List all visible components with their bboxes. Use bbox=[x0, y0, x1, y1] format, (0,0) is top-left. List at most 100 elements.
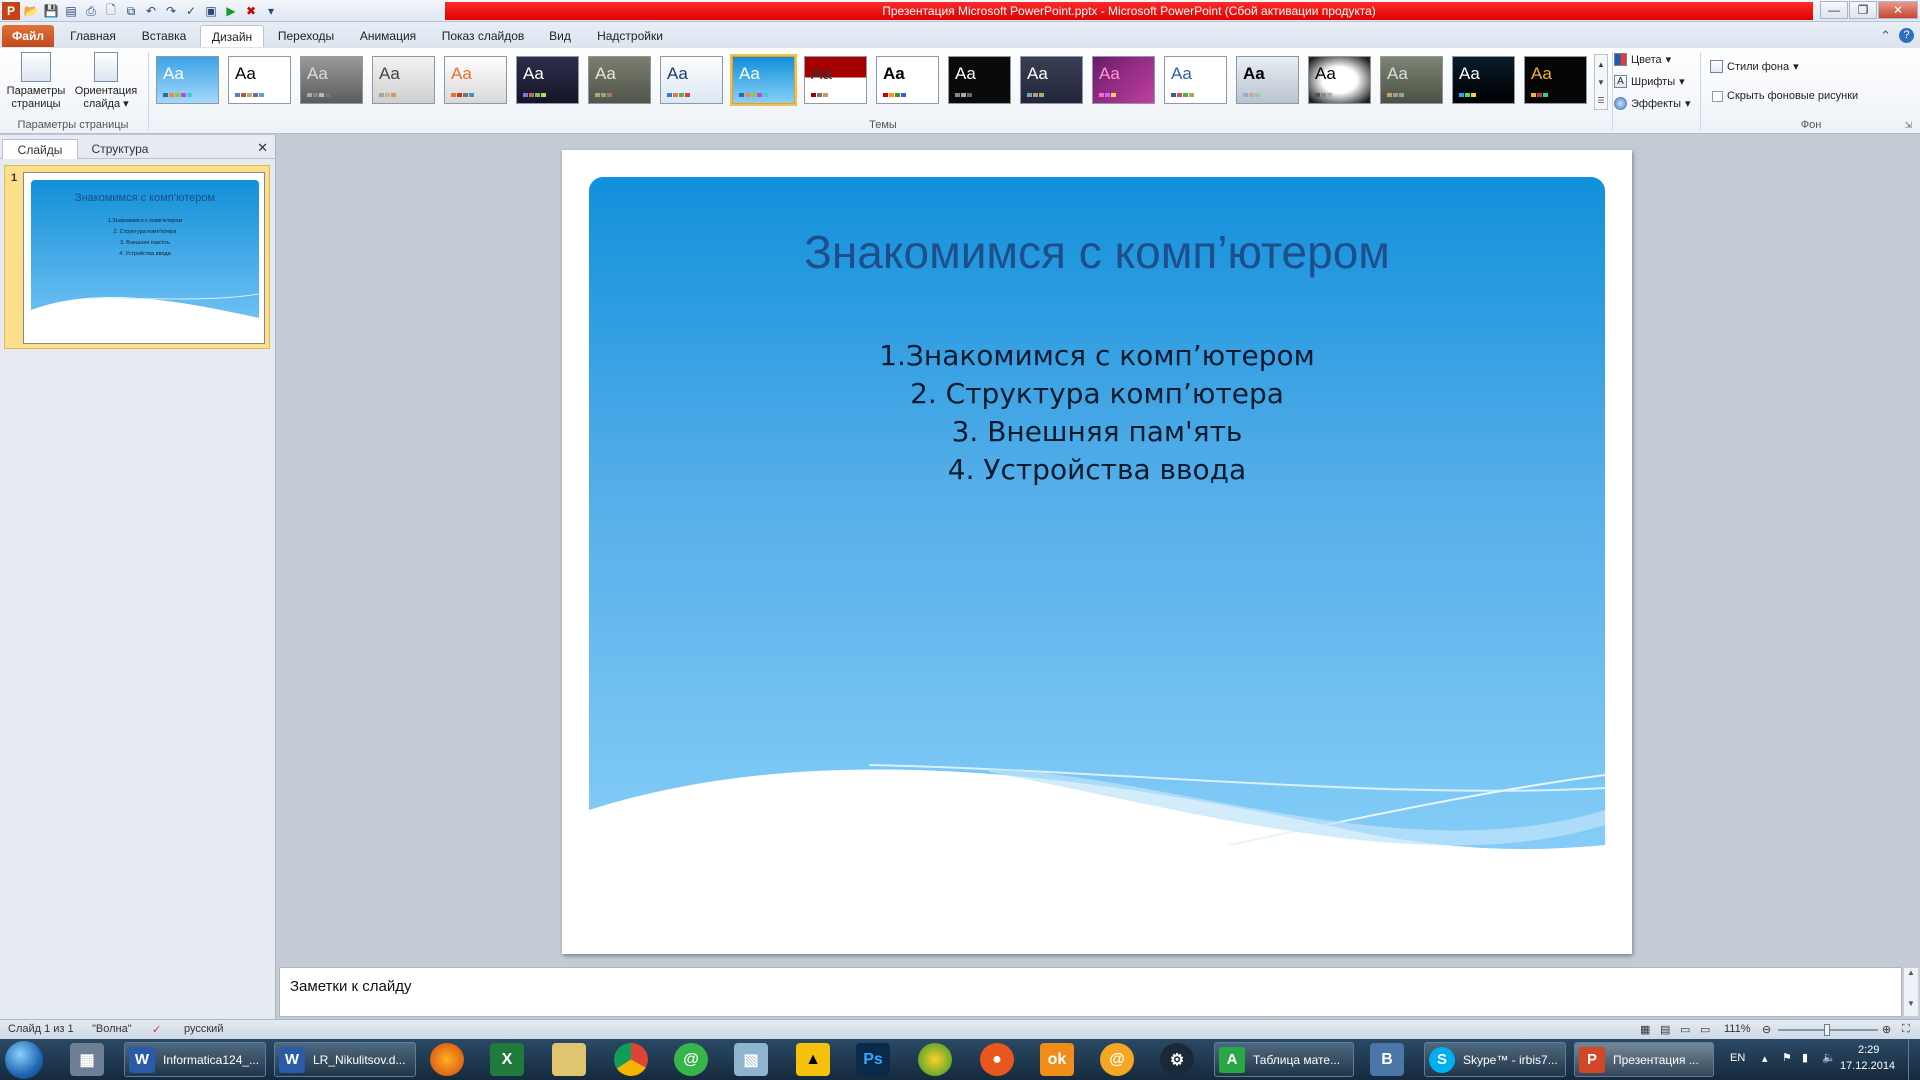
taskbar-item-powerpoint[interactable]: P Презентация ... bbox=[1574, 1042, 1714, 1077]
mail-ru-icon[interactable]: @ bbox=[1100, 1043, 1134, 1076]
theme-thumbnail[interactable]: Aa bbox=[300, 56, 363, 104]
zoom-out-icon[interactable]: ⊖ bbox=[1762, 1023, 1771, 1036]
theme-thumbnail[interactable]: Aa bbox=[372, 56, 435, 104]
taskbar-item-word-2[interactable]: W LR_Nikulitsov.d... bbox=[274, 1042, 416, 1077]
folder-icon[interactable] bbox=[552, 1043, 586, 1076]
save-as-icon[interactable]: ▤ bbox=[62, 2, 80, 20]
photoshop-icon[interactable]: Ps bbox=[856, 1043, 890, 1076]
theme-thumbnail[interactable]: Aa bbox=[1380, 56, 1443, 104]
collapse-ribbon-icon[interactable]: ⌃ bbox=[1880, 28, 1891, 44]
undo-icon[interactable]: ↶ bbox=[142, 2, 160, 20]
vk-icon[interactable]: B bbox=[1370, 1043, 1404, 1076]
theme-thumbnail[interactable]: Aa bbox=[1164, 56, 1227, 104]
orientation-button[interactable]: Ориентация слайда ▾ bbox=[70, 52, 142, 111]
new-icon[interactable]: 🗋 bbox=[102, 2, 120, 20]
effects-button[interactable]: Эффекты ▾ bbox=[1614, 97, 1691, 110]
volume-icon[interactable]: 🔈 bbox=[1822, 1051, 1836, 1064]
theme-thumbnail[interactable]: Aa bbox=[588, 56, 651, 104]
tab-outline[interactable]: Структура bbox=[80, 139, 160, 159]
redo-icon[interactable]: ↷ bbox=[162, 2, 180, 20]
close-doc-icon[interactable]: ✖ bbox=[242, 2, 260, 20]
minimize-icon[interactable]: — bbox=[1820, 1, 1848, 19]
normal-view-icon[interactable]: ▦ bbox=[1640, 1023, 1650, 1036]
restore-icon[interactable]: ❐ bbox=[1849, 1, 1877, 19]
print-icon[interactable]: ⎙ bbox=[82, 2, 100, 20]
sorter-view-icon[interactable]: ▤ bbox=[1660, 1023, 1670, 1036]
spelling-icon[interactable]: ✓ bbox=[182, 2, 200, 20]
theme-thumbnail[interactable]: Aa bbox=[660, 56, 723, 104]
tab-transitions[interactable]: Переходы bbox=[272, 25, 340, 47]
tab-slides[interactable]: Слайды bbox=[2, 139, 78, 159]
tab-addins[interactable]: Надстройки bbox=[590, 25, 670, 47]
tab-animation[interactable]: Анимация bbox=[352, 25, 424, 47]
slide-thumbnail[interactable]: Знакомимся с комп’ютером 1.Знакомимся с … bbox=[23, 172, 265, 344]
reading-view-icon[interactable]: ▭ bbox=[1680, 1023, 1690, 1036]
customize-icon[interactable]: ▾ bbox=[262, 2, 280, 20]
open-icon[interactable]: 📂 bbox=[22, 2, 40, 20]
theme-thumbnail-selected[interactable]: Aa bbox=[730, 54, 797, 106]
network-icon[interactable]: ▮ bbox=[1802, 1051, 1808, 1064]
chrome-icon[interactable] bbox=[614, 1043, 648, 1076]
background-styles-button[interactable]: Стили фона ▾ bbox=[1710, 60, 1799, 73]
tab-insert[interactable]: Вставка bbox=[134, 25, 194, 47]
picture-icon[interactable]: ▣ bbox=[202, 2, 220, 20]
hide-background-checkbox-row[interactable]: Скрыть фоновые рисунки bbox=[1712, 90, 1858, 102]
odnoklassniki-icon[interactable]: ok bbox=[1040, 1043, 1074, 1076]
language-tray[interactable]: EN bbox=[1730, 1052, 1745, 1064]
save-icon[interactable]: 💾 bbox=[42, 2, 60, 20]
slide-thumbnail-item[interactable]: 1 Знакомимся с комп’ютером 1.Знакомимся … bbox=[4, 165, 270, 349]
notes-scrollbar[interactable]: ▲ ▼ bbox=[1903, 967, 1919, 1017]
zoom-in-icon[interactable]: ⊕ bbox=[1882, 1023, 1891, 1036]
excel-icon[interactable]: X bbox=[490, 1043, 524, 1076]
tab-view[interactable]: Вид bbox=[540, 25, 580, 47]
notes-app-icon[interactable]: ▧ bbox=[734, 1043, 768, 1076]
theme-thumbnail[interactable]: Aa bbox=[804, 56, 867, 104]
slide-list-item[interactable]: 2. Структура комп’ютера bbox=[589, 377, 1605, 410]
tab-file[interactable]: Файл bbox=[2, 25, 54, 47]
tab-slideshow[interactable]: Показ слайдов bbox=[436, 25, 530, 47]
language-indicator[interactable]: русский bbox=[184, 1023, 223, 1035]
calculator-icon[interactable]: ▦ bbox=[70, 1043, 104, 1076]
theme-thumbnail[interactable]: Aa bbox=[516, 56, 579, 104]
tab-home[interactable]: Главная bbox=[62, 25, 124, 47]
clock-time[interactable]: 2:29 bbox=[1858, 1044, 1879, 1056]
slide-list-item[interactable]: 4. Устройства ввода bbox=[589, 453, 1605, 486]
help-icon[interactable]: ? bbox=[1899, 28, 1914, 43]
scroll-up-icon[interactable]: ▲ bbox=[1904, 968, 1918, 977]
zoom-level[interactable]: 111% bbox=[1724, 1023, 1751, 1035]
zoom-slider-handle[interactable] bbox=[1824, 1024, 1830, 1036]
more-themes-icon[interactable]: ☰ bbox=[1597, 96, 1604, 105]
slide-canvas[interactable]: Знакомимся с комп’ютером 1.Знакомимся с … bbox=[562, 150, 1632, 954]
play-icon[interactable]: ▶ bbox=[222, 2, 240, 20]
maps-icon[interactable]: ● bbox=[980, 1043, 1014, 1076]
copy-icon[interactable]: ⧉ bbox=[122, 2, 140, 20]
fonts-button[interactable]: A Шрифты ▾ bbox=[1614, 75, 1685, 88]
tab-design[interactable]: Дизайн bbox=[200, 25, 264, 47]
theme-thumbnail[interactable]: Aa bbox=[444, 56, 507, 104]
slide-list-item[interactable]: 3. Внешняя пам'ять bbox=[589, 415, 1605, 448]
taskbar-item-word-1[interactable]: W Informatica124_... bbox=[124, 1042, 266, 1077]
theme-thumbnail[interactable]: Aa bbox=[228, 56, 291, 104]
scroll-up-icon[interactable]: ▲ bbox=[1597, 60, 1605, 69]
utorrent-icon[interactable] bbox=[918, 1043, 952, 1076]
slideshow-view-icon[interactable]: ▭ bbox=[1700, 1023, 1710, 1036]
steam-icon[interactable]: ⚙ bbox=[1160, 1043, 1194, 1076]
theme-thumbnail[interactable]: Aa bbox=[156, 56, 219, 104]
clock-date[interactable]: 17.12.2014 bbox=[1840, 1060, 1895, 1072]
theme-thumbnail[interactable]: Aa bbox=[1236, 56, 1299, 104]
close-panel-icon[interactable]: ✕ bbox=[257, 140, 268, 156]
close-icon[interactable]: ✕ bbox=[1878, 1, 1918, 19]
taskbar-item-skype[interactable]: S Skype™ - irbis7... bbox=[1424, 1042, 1566, 1077]
colors-button[interactable]: Цвета ▾ bbox=[1614, 53, 1671, 66]
fit-window-icon[interactable]: ⛶ bbox=[1902, 1023, 1910, 1036]
tray-arrow-icon[interactable]: ▴ bbox=[1762, 1052, 1768, 1065]
theme-thumbnail[interactable]: Aa bbox=[1524, 56, 1587, 104]
theme-thumbnail[interactable]: Aa bbox=[1308, 56, 1371, 104]
powerpoint-logo-icon[interactable]: P bbox=[2, 2, 20, 20]
hide-background-checkbox[interactable] bbox=[1712, 90, 1723, 102]
spellcheck-icon[interactable]: ✓ bbox=[152, 1023, 161, 1036]
mail-agent-icon[interactable]: @ bbox=[674, 1043, 708, 1076]
taskbar-item-table[interactable]: A Таблица мате... bbox=[1214, 1042, 1354, 1077]
dialog-launcher-icon[interactable]: ⇲ bbox=[1904, 120, 1912, 131]
page-setup-button[interactable]: Параметры страницы bbox=[4, 52, 68, 111]
